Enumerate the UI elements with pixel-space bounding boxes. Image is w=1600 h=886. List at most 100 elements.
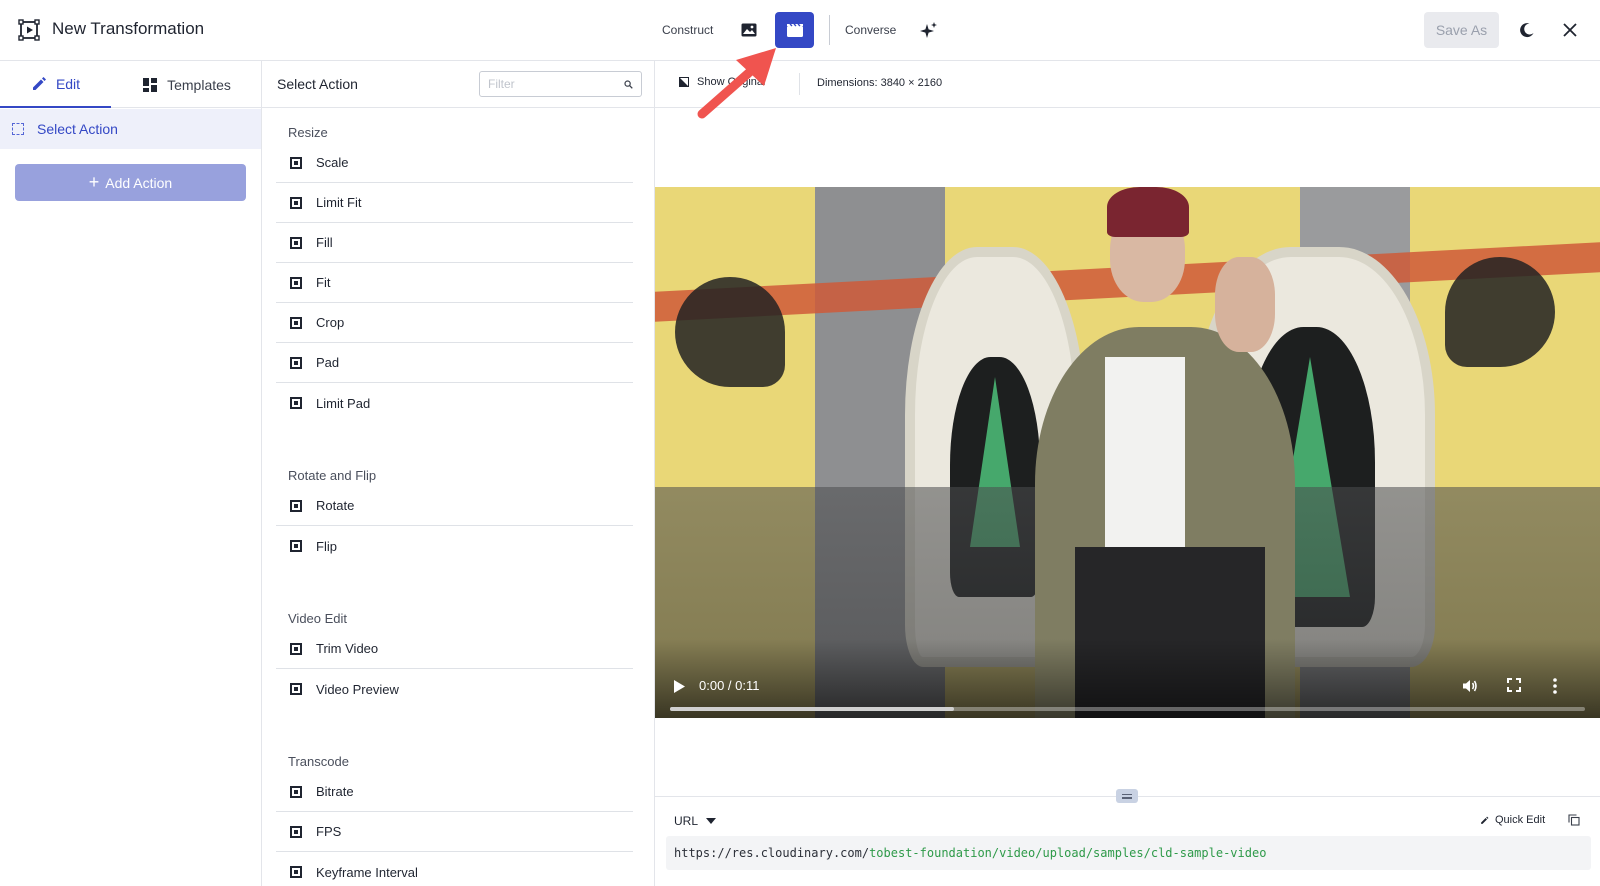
- action-square-icon: [290, 642, 302, 655]
- search-icon: [621, 79, 635, 89]
- sparkles-icon: [920, 22, 937, 38]
- action-item[interactable]: Limit Fit: [276, 183, 633, 223]
- fullscreen-icon: [1507, 678, 1521, 692]
- clapperboard-icon: [786, 23, 803, 37]
- image-icon: [741, 23, 757, 37]
- action-square-icon: [290, 276, 302, 289]
- url-mode-dropdown[interactable]: URL: [674, 814, 717, 828]
- volume-button[interactable]: [1461, 677, 1479, 695]
- action-square-icon: [290, 540, 302, 552]
- top-bar: New Transformation Construct Converse Sa…: [0, 0, 1600, 61]
- action-group-heading: Resize: [288, 125, 328, 140]
- action-item-label: Pad: [316, 355, 340, 370]
- show-original-toggle[interactable]: Show Original: [679, 76, 765, 88]
- action-square-icon: [290, 156, 302, 169]
- action-group-heading: Transcode: [288, 754, 349, 769]
- action-item-label: FPS: [316, 824, 342, 839]
- person-shirt: [1105, 357, 1185, 557]
- action-item[interactable]: Crop: [276, 303, 633, 343]
- action-square-icon: [290, 316, 302, 329]
- filter-box: [479, 71, 642, 97]
- action-item-label: Flip: [316, 538, 337, 554]
- action-item[interactable]: Keyframe Interval: [276, 852, 633, 886]
- image-mode-button[interactable]: [736, 16, 762, 44]
- selected-action-item[interactable]: Select Action: [0, 109, 261, 149]
- action-item[interactable]: Limit Pad: [276, 383, 633, 423]
- video-progress-bar[interactable]: [670, 707, 1585, 711]
- volume-icon: [1463, 680, 1477, 692]
- action-square-icon: [290, 236, 302, 249]
- action-item[interactable]: Flip: [276, 526, 633, 566]
- selected-action-label: Select Action: [37, 121, 118, 137]
- action-item[interactable]: Rotate: [276, 486, 633, 526]
- left-tabs: Edit Templates: [0, 61, 262, 108]
- play-icon: [673, 679, 685, 693]
- show-original-label: Show Original: [697, 76, 766, 88]
- mode-divider: [829, 15, 830, 45]
- action-square-icon: [290, 866, 302, 878]
- construct-mode-label: Construct: [662, 23, 714, 37]
- action-item-label: Limit Fit: [316, 195, 362, 210]
- tab-edit-label: Edit: [55, 75, 81, 92]
- action-item[interactable]: Fill: [276, 223, 633, 263]
- action-item[interactable]: Scale: [276, 143, 633, 183]
- compare-icon: [679, 77, 689, 87]
- dark-mode-toggle[interactable]: [1515, 18, 1539, 42]
- video-controls: 0:00 / 0:11: [655, 639, 1600, 718]
- action-picker-title: Select Action: [277, 76, 358, 92]
- action-square-icon: [290, 499, 302, 512]
- video-transform-icon: [18, 19, 40, 41]
- page-title: New Transformation: [52, 19, 205, 38]
- video-player[interactable]: 0:00 / 0:11: [655, 187, 1600, 718]
- close-button[interactable]: [1558, 18, 1582, 42]
- quick-edit-button[interactable]: Quick Edit: [1480, 814, 1545, 826]
- action-item-label: Limit Pad: [316, 395, 371, 411]
- action-list: Resize Scale Limit Fit Fill Fit Crop Pad Limit …: [276, 108, 633, 886]
- filter-input[interactable]: [480, 77, 621, 91]
- transformation-url[interactable]: https://res.cloudinary.com/tobest-founda…: [666, 836, 1591, 870]
- splitter-handle[interactable]: [1116, 789, 1138, 803]
- action-item[interactable]: Bitrate: [276, 772, 633, 812]
- more-options-button[interactable]: [1552, 676, 1558, 696]
- video-mode-button[interactable]: [775, 12, 814, 48]
- caret-down-icon: [706, 818, 717, 824]
- action-item[interactable]: Video Preview: [276, 669, 633, 709]
- mural-hand: [675, 277, 785, 387]
- action-item-label: Trim Video: [316, 641, 379, 656]
- action-item-label: Video Preview: [316, 681, 399, 697]
- action-item-label: Scale: [316, 155, 349, 170]
- mural-hand: [1445, 257, 1555, 367]
- action-item-label: Fit: [316, 275, 331, 290]
- fullscreen-button[interactable]: [1507, 678, 1523, 694]
- url-mode-label: URL: [674, 814, 699, 828]
- video-time: 0:00 / 0:11: [699, 678, 760, 693]
- tab-edit[interactable]: Edit: [0, 61, 111, 108]
- action-item-label: Crop: [316, 315, 345, 330]
- preview-header-divider: [799, 73, 800, 95]
- tab-templates-label: Templates: [167, 76, 231, 93]
- url-prefix: https://res.cloudinary.com/: [674, 846, 870, 860]
- action-item-label: Bitrate: [316, 784, 354, 799]
- action-item[interactable]: FPS: [276, 812, 633, 852]
- add-action-label: Add Action: [105, 174, 173, 191]
- action-item-label: Rotate: [316, 498, 355, 513]
- add-action-button[interactable]: + Add Action: [15, 164, 246, 201]
- action-item-label: Fill: [316, 235, 333, 250]
- action-square-icon: [290, 397, 302, 409]
- play-button[interactable]: [672, 679, 686, 693]
- dashed-square-icon: [12, 123, 24, 135]
- tab-templates[interactable]: Templates: [111, 61, 262, 108]
- action-item[interactable]: Fit: [276, 263, 633, 303]
- video-progress-fill: [670, 707, 954, 711]
- ai-converse-button[interactable]: [916, 18, 942, 44]
- action-item[interactable]: Pad: [276, 343, 633, 383]
- action-item[interactable]: Trim Video: [276, 629, 633, 669]
- save-as-button[interactable]: Save As: [1424, 12, 1499, 48]
- dimensions-readout: Dimensions: 3840 × 2160: [817, 77, 943, 89]
- converse-mode-label: Converse: [845, 23, 897, 37]
- action-square-icon: [290, 196, 302, 209]
- copy-url-button[interactable]: [1568, 813, 1582, 827]
- action-group-heading: Rotate and Flip: [288, 468, 377, 483]
